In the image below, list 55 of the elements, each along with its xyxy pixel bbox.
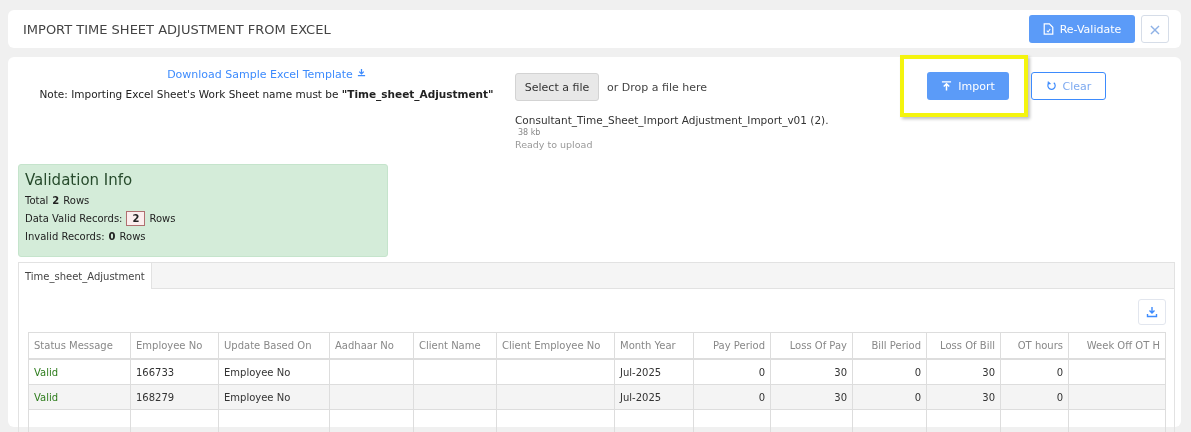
page-title: IMPORT TIME SHEET ADJUSTMENT FROM EXCEL	[23, 21, 332, 37]
note-text: Note: Importing Excel Sheet's Work Sheet name must be "Time_sheet_Adjustment"	[39, 88, 494, 100]
table-cell: 0	[852, 359, 927, 385]
file-name: Consultant_Time_Sheet_Import Adjustment_Import_v01 (2).	[515, 114, 829, 126]
revalidate-button[interactable]: Re-Validate	[1029, 15, 1135, 43]
document-icon	[1042, 23, 1054, 35]
clear-button[interactable]: Clear	[1031, 72, 1106, 100]
validation-title: Validation Info	[25, 171, 134, 189]
valid-count: 2	[126, 211, 146, 226]
column-header: OT hours	[1000, 332, 1069, 359]
invalid-count: 0	[108, 231, 116, 242]
table-cell: Employee No	[218, 384, 330, 410]
table-cell: 0	[1000, 359, 1069, 385]
total-count: 2	[52, 195, 60, 206]
download-icon	[1146, 306, 1158, 318]
table-cell: 30	[770, 384, 853, 410]
column-header: Pay Period	[693, 332, 771, 359]
close-button[interactable]: ×	[1141, 15, 1169, 43]
valid-unit: Rows	[149, 213, 176, 224]
download-button[interactable]	[1138, 299, 1166, 325]
column-header: Client Employee No	[496, 332, 615, 359]
total-unit: Rows	[63, 195, 90, 206]
table-cell: Employee No	[218, 359, 330, 385]
select-file-button[interactable]: Select a file	[515, 73, 599, 101]
refresh-icon	[1045, 80, 1057, 92]
column-header: Bill Period	[852, 332, 927, 359]
import-button[interactable]: Import	[927, 72, 1009, 100]
column-header: Status Message	[28, 332, 131, 359]
column-header: Update Based On	[218, 332, 330, 359]
column-header: Loss Of Pay	[770, 332, 853, 359]
sheet-tab[interactable]: Time_sheet_Adjustment	[19, 263, 152, 289]
table-cell: Valid	[28, 359, 131, 385]
invalid-label: Invalid Records:	[25, 231, 105, 242]
invalid-unit: Rows	[119, 231, 146, 242]
download-template-link[interactable]: Download Sample Excel Template	[167, 68, 366, 81]
valid-label: Data Valid Records:	[25, 213, 123, 224]
column-header: Client Name	[413, 332, 497, 359]
file-size: 38 kb	[518, 128, 541, 137]
column-header: Loss Of Bill	[926, 332, 1001, 359]
drop-hint: or Drop a file here	[607, 80, 707, 94]
column-header: Employee No	[130, 332, 219, 359]
table-cell: Jul-2025	[614, 359, 694, 385]
upload-icon	[941, 80, 953, 92]
table-cell: 168279	[130, 384, 219, 410]
total-label: Total	[25, 195, 49, 206]
upload-status: Ready to upload	[515, 139, 593, 150]
table-cell: 30	[770, 359, 853, 385]
table-cell: 0	[693, 359, 771, 385]
download-icon	[356, 68, 366, 77]
table-cell: 30	[926, 359, 1001, 385]
table-cell: Valid	[28, 384, 131, 410]
column-header: Week Off OT H	[1068, 332, 1166, 359]
column-header: Month Year	[614, 332, 694, 359]
table-cell: 166733	[130, 359, 219, 385]
column-header: Aadhaar No	[329, 332, 414, 359]
